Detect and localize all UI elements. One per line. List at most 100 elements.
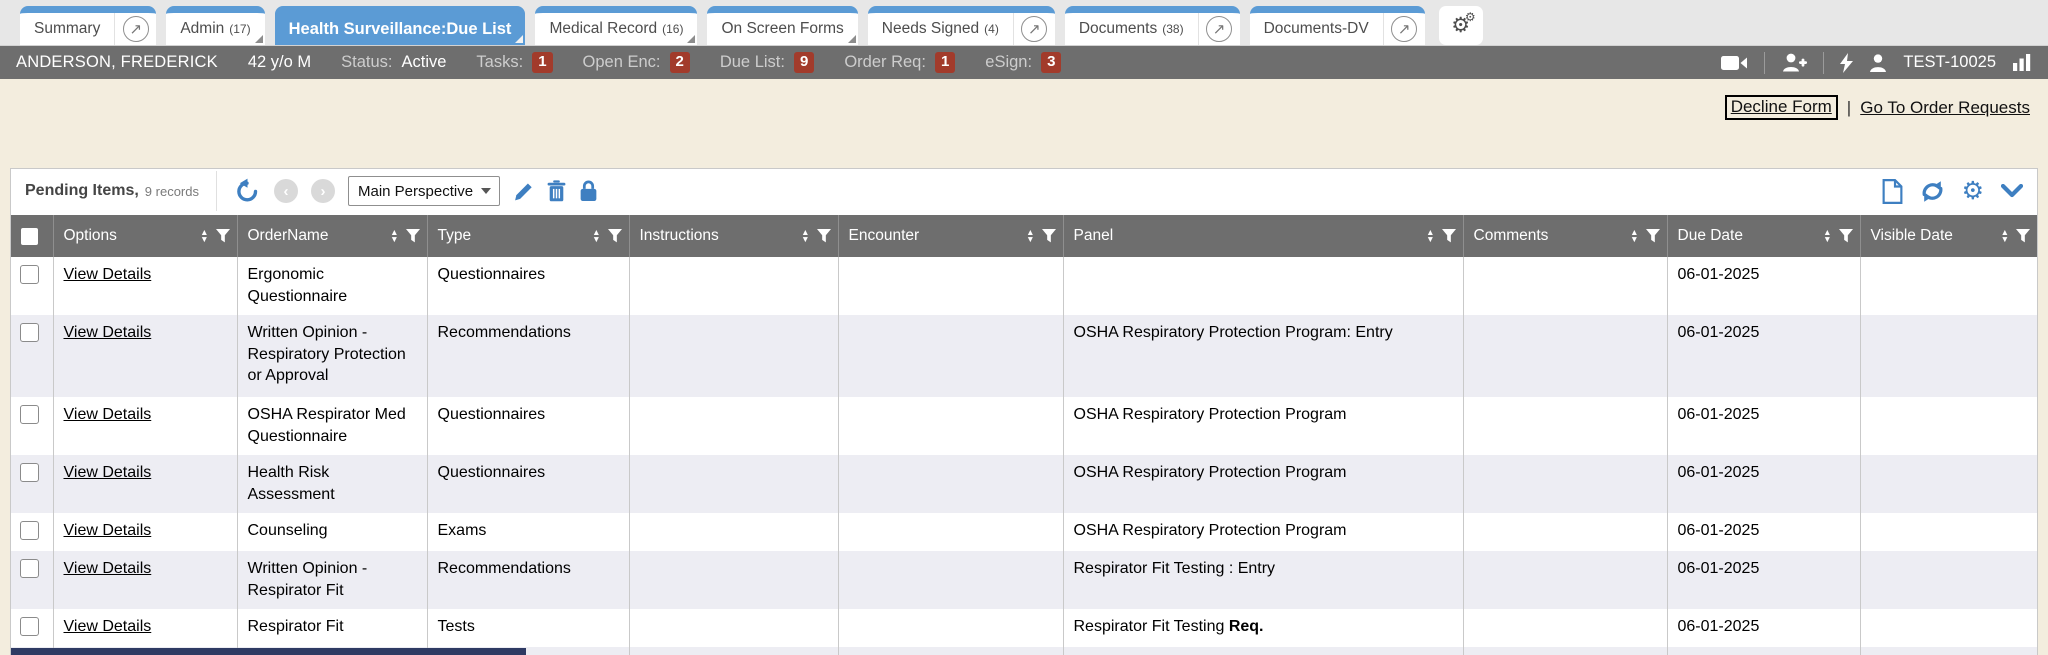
tasks-badge[interactable]: 1	[532, 52, 552, 73]
sort-icon[interactable]: ▲▼	[390, 229, 398, 243]
column-header-instructions[interactable]: Instructions ▲▼	[629, 215, 838, 257]
refresh-button[interactable]	[1920, 179, 1945, 204]
tab-label: Documents-DV	[1264, 20, 1369, 38]
popout-summary-button[interactable]: ↗	[114, 13, 156, 45]
sort-icon[interactable]: ▲▼	[801, 229, 809, 243]
tab-settings-button[interactable]: ⚙ ⚙	[1439, 6, 1483, 45]
filter-icon[interactable]	[2016, 229, 2030, 243]
tab-on-screen-forms[interactable]: On Screen Forms	[707, 13, 857, 45]
divider	[216, 171, 217, 211]
view-details-link[interactable]: View Details	[64, 560, 152, 577]
sort-icon[interactable]: ▲▼	[2001, 229, 2009, 243]
filter-icon[interactable]	[608, 229, 622, 243]
cell-due-date: 06-01-2025	[1667, 513, 1860, 551]
sort-icon[interactable]: ▲▼	[1426, 229, 1434, 243]
tab-medical-record[interactable]: Medical Record(16)	[535, 13, 697, 45]
filter-icon[interactable]	[1042, 229, 1056, 243]
filter-icon[interactable]	[1839, 229, 1853, 243]
row-checkbox[interactable]	[20, 617, 39, 636]
decline-form-link[interactable]: Decline Form	[1725, 95, 1838, 120]
external-link-icon: ↗	[1206, 16, 1232, 42]
tasks-stat[interactable]: Tasks: 1	[476, 52, 552, 73]
tab-summary[interactable]: Summary	[20, 13, 114, 45]
sort-icon[interactable]: ▲▼	[1823, 229, 1831, 243]
row-checkbox[interactable]	[20, 521, 39, 540]
tab-documents[interactable]: Documents(38)	[1065, 13, 1198, 45]
panel-text: OSHA Respiratory Protection Program	[1074, 464, 1347, 481]
perspective-select[interactable]: Main Perspective	[348, 176, 500, 206]
order-req-badge[interactable]: 1	[935, 52, 955, 73]
video-camera-icon[interactable]	[1721, 54, 1748, 72]
tab-health-surveillance-due-list[interactable]: Health Surveillance:Due List	[275, 13, 526, 45]
tab-count: (38)	[1162, 22, 1183, 36]
column-label: Due Date	[1678, 227, 1743, 244]
tab-label: Admin	[180, 20, 224, 38]
tab-documents-dv[interactable]: Documents-DV	[1250, 13, 1383, 45]
sort-icon[interactable]: ▲▼	[1026, 229, 1034, 243]
lightning-bolt-icon[interactable]	[1840, 53, 1853, 73]
sort-icon[interactable]: ▲▼	[1630, 229, 1638, 243]
open-enc-stat[interactable]: Open Enc: 2	[583, 52, 690, 73]
view-details-link[interactable]: View Details	[64, 324, 152, 341]
sort-icon[interactable]: ▲▼	[592, 229, 600, 243]
cell-encounter	[838, 455, 1063, 513]
tab-admin[interactable]: Admin(17)	[166, 13, 264, 45]
filter-icon[interactable]	[1442, 229, 1456, 243]
due-list-badge[interactable]: 9	[794, 52, 814, 73]
open-enc-badge[interactable]: 2	[670, 52, 690, 73]
previous-perspective-button[interactable]: ‹	[274, 179, 298, 203]
undo-button[interactable]	[234, 178, 261, 205]
grid-settings-button[interactable]: ⚙	[1962, 179, 1984, 204]
row-checkbox[interactable]	[20, 463, 39, 482]
popout-documents-button[interactable]: ↗	[1198, 13, 1240, 45]
column-header-panel[interactable]: Panel ▲▼	[1063, 215, 1463, 257]
tab-count: (16)	[662, 22, 683, 36]
next-perspective-button[interactable]: ›	[311, 179, 335, 203]
column-header-encounter[interactable]: Encounter ▲▼	[838, 215, 1063, 257]
row-checkbox[interactable]	[20, 559, 39, 578]
column-header-due-date[interactable]: Due Date ▲▼	[1667, 215, 1860, 257]
export-document-button[interactable]	[1882, 179, 1903, 204]
delete-perspective-button[interactable]	[547, 180, 566, 202]
view-details-link[interactable]: View Details	[64, 618, 152, 635]
select-all-checkbox[interactable]	[21, 228, 38, 245]
add-person-icon[interactable]	[1781, 53, 1807, 72]
esign-stat[interactable]: eSign: 3	[985, 52, 1061, 73]
lock-perspective-button[interactable]	[579, 180, 598, 202]
due-list-stat[interactable]: Due List: 9	[720, 52, 814, 73]
filter-icon[interactable]	[216, 229, 230, 243]
column-header-comments[interactable]: Comments ▲▼	[1463, 215, 1667, 257]
esign-badge[interactable]: 3	[1041, 52, 1061, 73]
column-header-visible-date[interactable]: Visible Date ▲▼	[1860, 215, 2037, 257]
view-details-link[interactable]: View Details	[64, 522, 152, 539]
cell-order-name: Counseling	[237, 513, 427, 551]
column-header-type[interactable]: Type ▲▼	[427, 215, 629, 257]
view-details-link[interactable]: View Details	[64, 464, 152, 481]
filter-icon[interactable]	[817, 229, 831, 243]
sort-icon[interactable]: ▲▼	[200, 229, 208, 243]
column-header-ordername[interactable]: OrderName ▲▼	[237, 215, 427, 257]
grid-record-count: 9 records	[145, 184, 199, 199]
bar-chart-icon[interactable]	[2012, 54, 2032, 71]
cell-type: Exams	[427, 513, 629, 551]
view-details-link[interactable]: View Details	[64, 266, 152, 283]
row-checkbox[interactable]	[20, 265, 39, 284]
column-header-options[interactable]: Options ▲▼	[53, 215, 237, 257]
cell-panel: Respirator Fit Testing : Entry	[1063, 551, 1463, 609]
cell-due-date: 06-01-2025	[1667, 609, 1860, 647]
table-row: View Details Written Opinion - Respirato…	[11, 315, 2037, 397]
horizontal-scrollbar-thumb[interactable]	[11, 648, 526, 655]
order-req-stat[interactable]: Order Req: 1	[844, 52, 955, 73]
edit-perspective-button[interactable]	[513, 181, 534, 202]
row-checkbox[interactable]	[20, 405, 39, 424]
go-to-order-requests-link[interactable]: Go To Order Requests	[1860, 98, 2030, 118]
collapse-chevron-button[interactable]	[2001, 184, 2023, 198]
view-details-link[interactable]: View Details	[64, 406, 152, 423]
filter-icon[interactable]	[406, 229, 420, 243]
popout-documents-dv-button[interactable]: ↗	[1383, 13, 1425, 45]
row-checkbox[interactable]	[20, 323, 39, 342]
external-link-icon: ↗	[1391, 16, 1417, 42]
popout-needs-signed-button[interactable]: ↗	[1013, 13, 1055, 45]
tab-needs-signed[interactable]: Needs Signed(4)	[868, 13, 1013, 45]
filter-icon[interactable]	[1646, 229, 1660, 243]
